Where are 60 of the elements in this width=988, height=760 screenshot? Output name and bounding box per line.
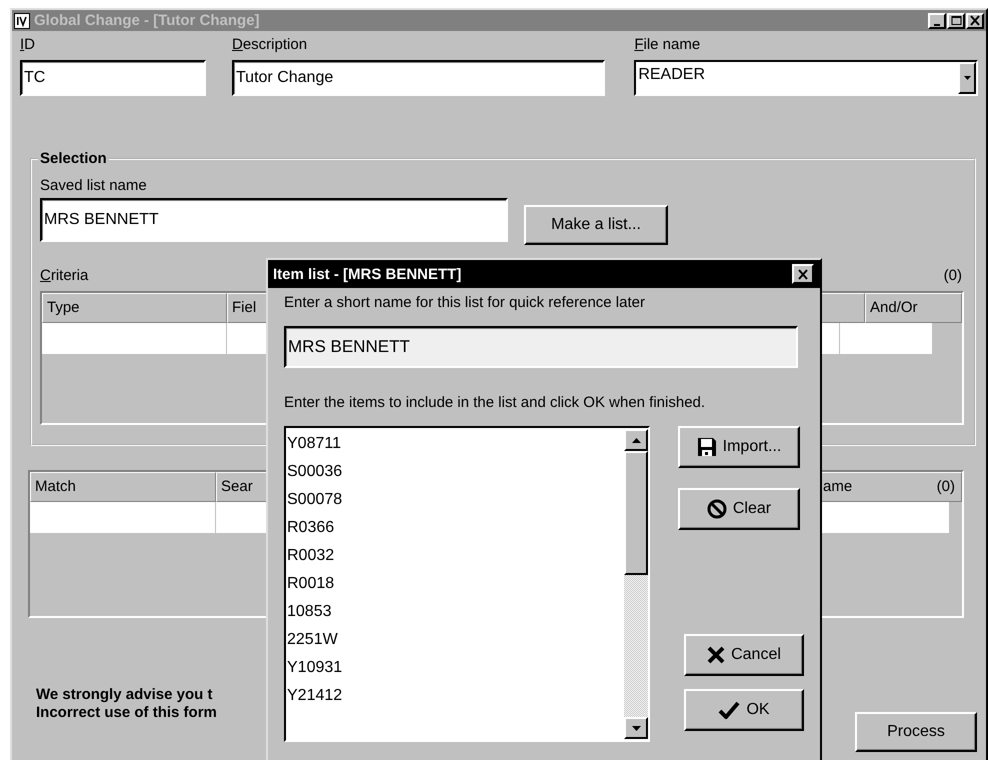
close-button[interactable] — [792, 264, 814, 284]
close-icon — [969, 15, 981, 26]
list-item[interactable]: R0032 — [286, 542, 624, 570]
app-logo-icon — [14, 12, 30, 28]
input-field[interactable]: MRS BENNETT — [284, 326, 798, 368]
field-label: File name — [634, 36, 702, 54]
group-title: Selection — [39, 150, 108, 167]
list-item[interactable]: 2251W — [286, 626, 624, 654]
down-arrow-icon — [632, 726, 640, 730]
scroll-bar[interactable] — [624, 429, 648, 739]
dialog-title: Item list - [MRS BENNETT] — [273, 266, 462, 282]
dialog-button[interactable]: Clear — [678, 488, 800, 530]
dialog-button[interactable]: OK — [684, 689, 804, 731]
column-header[interactable]: Sear — [221, 478, 253, 496]
maximize-icon — [950, 15, 962, 26]
input-field[interactable]: MRS BENNETT — [40, 198, 508, 242]
list-item[interactable]: R0366 — [286, 514, 624, 542]
column-header[interactable]: Match — [35, 478, 76, 496]
prohibited-icon — [706, 499, 727, 519]
item-count: (0) — [944, 267, 963, 285]
warning-text: We strongly advise you t — [36, 686, 214, 704]
file-name-dropdown[interactable]: READER — [634, 60, 978, 96]
input-field[interactable]: Tutor Change — [232, 60, 606, 96]
list-item[interactable]: 10853 — [286, 598, 624, 626]
minimize-button[interactable] — [928, 12, 946, 28]
close-button[interactable] — [966, 12, 984, 28]
field-label: Description — [232, 36, 308, 54]
dialog-button[interactable]: Cancel — [684, 634, 804, 676]
prompt-text: Enter the items to include in the list and click OK when finished. — [284, 394, 706, 413]
checkmark-icon — [718, 701, 740, 719]
list-item[interactable]: S00036 — [286, 458, 624, 486]
column-header[interactable]: Type — [42, 293, 227, 323]
minimize-icon — [934, 24, 940, 26]
close-icon — [797, 268, 809, 280]
field-label: Saved list name — [40, 177, 148, 194]
input-field[interactable]: TC — [20, 60, 206, 96]
caret-icon — [964, 76, 970, 80]
window-title: Global Change - [Tutor Change] — [34, 12, 261, 29]
column-header[interactable]: And/Or — [865, 293, 962, 323]
field-label: ID — [20, 36, 36, 54]
scroll-thumb[interactable] — [624, 451, 648, 575]
item-list-box[interactable]: Y08711 S00036 S00078 R0366 R0032 R0018 10853 2251W Y10931 Y21412 — [284, 426, 650, 742]
process-button[interactable]: Process — [855, 712, 977, 752]
up-arrow-icon — [632, 438, 640, 442]
list-item[interactable]: Y10931 — [286, 654, 624, 682]
cross-icon — [707, 646, 726, 664]
column-header[interactable]: ame — [823, 478, 852, 496]
maximize-button[interactable] — [947, 12, 965, 28]
list-item[interactable]: R0018 — [286, 570, 624, 598]
dialog-button[interactable]: Import... — [678, 426, 800, 468]
section-label: Criteria — [40, 267, 88, 285]
prompt-text: Enter a short name for this list for quick reference later — [284, 294, 646, 313]
warning-text: Incorrect use of this form — [36, 704, 217, 722]
list-item[interactable]: Y21412 — [286, 682, 624, 710]
list-item[interactable]: Y08711 — [286, 430, 624, 458]
scroll-down-button[interactable] — [624, 717, 648, 739]
scroll-up-button[interactable] — [624, 429, 648, 451]
item-count: (0) — [936, 478, 956, 496]
make-list-button[interactable]: Make a list... — [524, 205, 668, 245]
list-item[interactable]: S00078 — [286, 486, 624, 514]
